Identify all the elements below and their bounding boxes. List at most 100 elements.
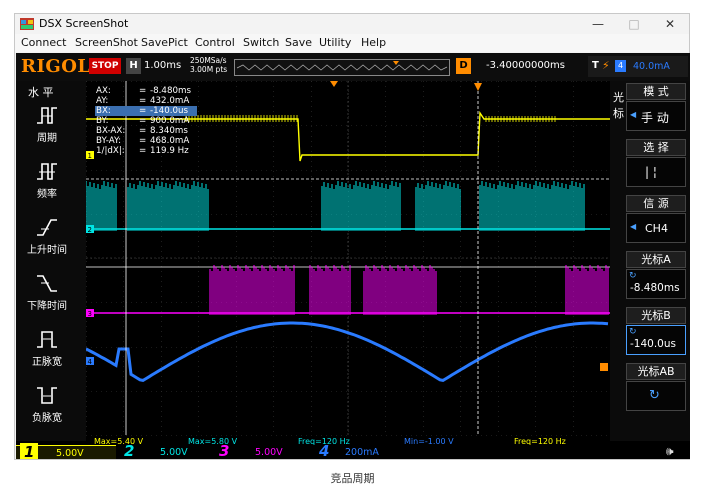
channel-bar: 1 5.00V 2 5.00V 3 5.00V 4 200mA 🕪 — [16, 442, 690, 459]
trigger-panel[interactable]: T ⚡ 4 40.0mA — [588, 56, 688, 77]
image-caption: 竞品周期 — [330, 472, 375, 485]
cursor-readout-row-dy: BY-AY: = 468.0mA — [95, 136, 197, 146]
channel-3-box[interactable]: 3 5.00V — [211, 442, 311, 459]
frequency-icon — [37, 163, 57, 180]
window-title: DSX ScreenShot — [39, 17, 129, 30]
menu-utility[interactable]: Utility — [319, 36, 351, 49]
cursor-b-adjust[interactable]: ↻ -140.0us — [626, 325, 686, 355]
readout-equals: = — [139, 136, 147, 146]
trigger-level-marker — [600, 363, 608, 371]
cursor-readout-row-freq: 1/|dX|: = 119.9 Hz — [95, 146, 197, 156]
channel-2-number: 2 — [124, 442, 135, 459]
fall-time-icon — [37, 275, 57, 292]
readout-key: BX: — [96, 106, 111, 116]
cursor-ab-title: 光标AB — [626, 363, 686, 380]
waveform-area[interactable]: 1234 AX: = -8.480ms AY: = 432.0mA BX: = -140.0… — [85, 81, 611, 445]
left-arrow-icon: ◀ — [630, 110, 637, 119]
readout-equals: = — [139, 146, 147, 156]
positive-width-icon — [37, 331, 57, 348]
cursor-b-value: -140.0us — [630, 338, 676, 350]
trigger-source: 4 — [615, 60, 626, 72]
close-button[interactable]: ✕ — [657, 15, 683, 33]
readout-value: 468.0mA — [150, 136, 190, 146]
channel-2-box[interactable]: 2 5.00V — [116, 442, 211, 459]
menu-switch[interactable]: Switch — [243, 36, 279, 49]
measure-fall-time-button[interactable]: 下降时间 — [22, 269, 72, 315]
cursor-readout: AX: = -8.480ms AY: = 432.0mA BX: = -140.0us BY… — [95, 86, 197, 173]
readout-equals: = — [139, 126, 147, 136]
measure-positive-width-button[interactable]: 正脉宽 — [22, 325, 72, 371]
readout-value: -8.480ms — [150, 86, 191, 96]
readout-equals: = — [139, 96, 147, 106]
app-window: DSX ScreenShot — □ ✕ Connect ScreenShot … — [14, 13, 690, 460]
menu-help[interactable]: Help — [361, 36, 386, 49]
channel-marker-label: 4 — [88, 358, 93, 366]
speaker-icon[interactable]: 🕪 — [666, 444, 674, 459]
readout-value: 8.340ms — [150, 126, 188, 136]
menu-connect[interactable]: Connect — [21, 36, 66, 49]
menu-control[interactable]: Control — [195, 36, 235, 49]
cursor-select-button[interactable]: | ¦ — [626, 157, 686, 187]
cursor-readout-row-dx: BX-AX: = 8.340ms — [95, 126, 197, 136]
channel-marker-label: 2 — [88, 226, 92, 234]
menu-savepict[interactable]: SavePict — [141, 36, 188, 49]
cursor-source-selector[interactable]: ◀ CH4 — [626, 213, 686, 243]
channel-1-number: 1 — [20, 443, 39, 459]
delay-value[interactable]: -3.40000000ms — [486, 60, 565, 71]
maximize-button[interactable]: □ — [621, 15, 647, 33]
left-arrow-icon: ◀ — [630, 222, 637, 231]
cursor-a-adjust[interactable]: ↻ -8.480ms — [626, 269, 686, 299]
timebase-value[interactable]: 1.00ms — [144, 60, 181, 71]
measure-rise-time-label: 上升时间 — [27, 245, 67, 256]
channel-4-scale: 200mA — [345, 447, 379, 458]
rising-edge-icon: ⚡ — [602, 59, 610, 72]
scope-status-bar: RIGOL STOP H 1.00ms 250MSa/s 3.00M pts D… — [16, 53, 690, 81]
cursor-readout-row-bx: BX: = -140.0us — [95, 106, 197, 116]
measure-period-label: 周期 — [37, 133, 57, 144]
minimize-button[interactable]: — — [585, 15, 611, 33]
measure-negative-width-label: 负脉宽 — [32, 413, 62, 424]
cursor-readout-row-ay: AY: = 432.0mA — [95, 96, 197, 106]
measure-period-button[interactable]: 周期 — [22, 101, 72, 147]
app-icon — [20, 18, 34, 30]
readout-key: 1/|dX|: — [96, 146, 125, 156]
memory-overview-wave — [236, 61, 448, 71]
cursor-readout-row-ax: AX: = -8.480ms — [95, 86, 197, 96]
brand-logo: RIGOL — [21, 56, 91, 77]
measure-frequency-label: 频率 — [37, 189, 57, 200]
channel-4-box[interactable]: 4 200mA — [311, 442, 411, 459]
menu-screenshot[interactable]: ScreenShot — [75, 36, 138, 49]
readout-value: 432.0mA — [150, 96, 190, 106]
readout-equals: = — [139, 86, 147, 96]
measure-fall-time-label: 下降时间 — [27, 301, 67, 312]
channel-marker-label: 1 — [88, 152, 92, 160]
readout-key: BY-AY: — [96, 136, 122, 146]
trigger-label: T — [592, 60, 599, 71]
horizontal-label: H — [126, 58, 141, 74]
measure-frequency-button[interactable]: 频率 — [22, 157, 72, 203]
cursor-ab-adjust[interactable]: ↻ — [626, 381, 686, 411]
cursor-menu: 光标 模 式 ◀ 手 动 选 择 | ¦ 信 源 ◀ CH4 光标A ↻ -8.… — [610, 81, 690, 441]
cursor-select-title: 选 择 — [626, 139, 686, 156]
readout-key: BY: — [96, 116, 109, 126]
negative-width-icon — [37, 387, 57, 404]
channel-1-box[interactable]: 1 5.00V — [16, 443, 116, 459]
channel-2-scale: 5.00V — [160, 447, 188, 458]
readout-key: AX: — [96, 86, 111, 96]
menu-bar: Connect ScreenShot SavePict Control Swit… — [15, 34, 689, 52]
cursor-b-title: 光标B — [626, 307, 686, 324]
cursor-mode-selector[interactable]: ◀ 手 动 — [626, 101, 686, 131]
menu-save[interactable]: Save — [285, 36, 312, 49]
measure-rise-time-button[interactable]: 上升时间 — [22, 213, 72, 259]
measure-positive-width-label: 正脉宽 — [32, 357, 62, 368]
measure-negative-width-button[interactable]: 负脉宽 — [22, 381, 72, 427]
cursor-menu-side-label: 光标 — [613, 91, 624, 120]
channel-1-scale: 5.00V — [56, 448, 84, 459]
knob-icon: ↻ — [629, 327, 637, 337]
trigger-level: 40.0mA — [633, 61, 670, 72]
sample-rate: 250MSa/s — [190, 56, 227, 65]
title-bar: DSX ScreenShot — □ ✕ — [15, 14, 689, 34]
knob-icon: ↻ — [649, 388, 660, 403]
run-state-badge[interactable]: STOP — [89, 58, 121, 74]
cursor-source-title: 信 源 — [626, 195, 686, 212]
